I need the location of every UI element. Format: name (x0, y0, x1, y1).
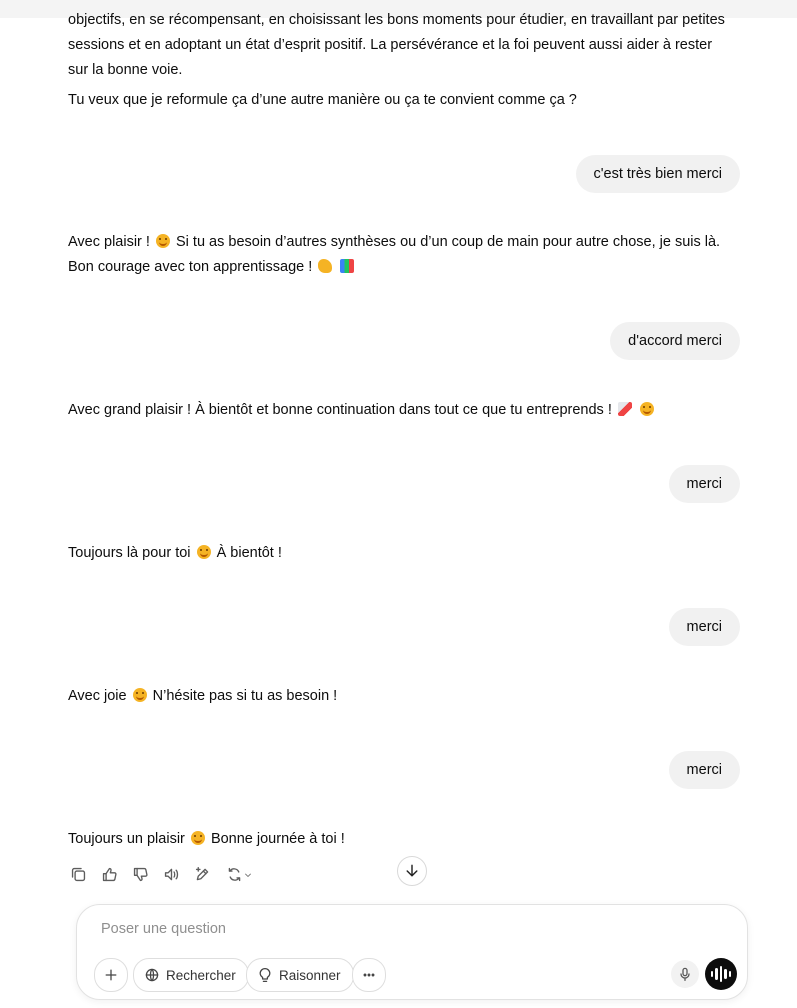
assistant-message-text: Toujours un plaisir (68, 831, 185, 847)
assistant-message: Avec grand plaisir ! À bientôt et bonne … (68, 398, 728, 423)
assistant-message-text: Avec plaisir ! (68, 234, 150, 250)
assistant-message: Avec joie N’hésite pas si tu as besoin ! (68, 684, 728, 709)
user-message: merci (668, 465, 740, 503)
flexed-biceps-emoji-icon (318, 259, 333, 273)
smiling-face-emoji-icon (190, 831, 205, 845)
edit-button[interactable] (192, 864, 213, 885)
smiling-face-emoji-icon (155, 234, 170, 248)
rocket-emoji-icon (617, 402, 632, 416)
thumbs-down-icon (133, 867, 148, 882)
assistant-message-text: Avec joie (68, 688, 127, 704)
copy-button[interactable] (68, 864, 89, 885)
conversation-thread: objectifs, en se récompensant, en choisi… (0, 0, 797, 1008)
microphone-icon (680, 967, 690, 982)
add-attachment-button[interactable] (94, 958, 128, 992)
reason-button-label: Raisonner (279, 967, 341, 983)
assistant-message-question: Tu veux que je reformule ça d’une autre … (68, 88, 728, 113)
read-aloud-button[interactable] (161, 864, 182, 885)
assistant-message: Avec plaisir ! Si tu as besoin d’autres … (68, 230, 728, 280)
thumbs-down-button[interactable] (130, 864, 151, 885)
message-actions (68, 864, 255, 885)
user-message: d'accord merci (610, 322, 740, 360)
waveform-icon (710, 966, 732, 982)
arrow-down-icon (406, 864, 418, 877)
books-emoji-icon (340, 259, 355, 273)
assistant-message-text: Tu veux que je reformule ça d’une autre … (68, 92, 577, 108)
composer: Poser une question Rechercher Raisonner (76, 904, 748, 1000)
scroll-down-button[interactable] (397, 856, 427, 886)
regenerate-button[interactable] (223, 864, 255, 885)
search-button[interactable]: Rechercher (133, 958, 249, 992)
voice-mode-button[interactable] (705, 958, 737, 990)
copy-icon (71, 867, 86, 882)
assistant-message-text: Bonne journée à toi ! (210, 831, 345, 847)
edit-icon (195, 867, 209, 881)
user-message: merci (668, 751, 740, 789)
chevron-down-icon (244, 873, 251, 877)
thumbs-up-button[interactable] (99, 864, 120, 885)
plus-icon (105, 969, 117, 981)
more-tools-button[interactable] (352, 958, 386, 992)
search-button-label: Rechercher (166, 967, 236, 983)
smiling-face-emoji-icon (639, 402, 654, 416)
assistant-message: Toujours là pour toi À bientôt ! (68, 541, 728, 566)
dictate-button[interactable] (671, 960, 699, 988)
assistant-message-text: objectifs, en se récompensant, en choisi… (68, 12, 725, 78)
assistant-message-text: À bientôt ! (216, 545, 282, 561)
user-message: merci (668, 608, 740, 646)
prompt-input[interactable]: Poser une question (101, 921, 226, 937)
smiling-face-emoji-icon (196, 545, 211, 559)
ellipsis-icon (363, 973, 375, 977)
assistant-message-intro: objectifs, en se récompensant, en choisi… (68, 8, 728, 83)
read-aloud-icon (164, 868, 179, 881)
globe-icon (145, 968, 159, 982)
regenerate-icon (228, 867, 240, 882)
assistant-message-text: N’hésite pas si tu as besoin ! (152, 688, 338, 704)
thumbs-up-icon (102, 867, 117, 882)
assistant-message-text: Toujours là pour toi (68, 545, 191, 561)
smiling-face-emoji-icon (132, 688, 147, 702)
user-message: c'est très bien merci (575, 155, 740, 193)
assistant-message-text: Avec grand plaisir ! À bientôt et bonne … (68, 402, 612, 418)
reason-button[interactable]: Raisonner (246, 958, 354, 992)
assistant-message: Toujours un plaisir Bonne journée à toi … (68, 827, 728, 852)
lightbulb-icon (259, 968, 271, 983)
